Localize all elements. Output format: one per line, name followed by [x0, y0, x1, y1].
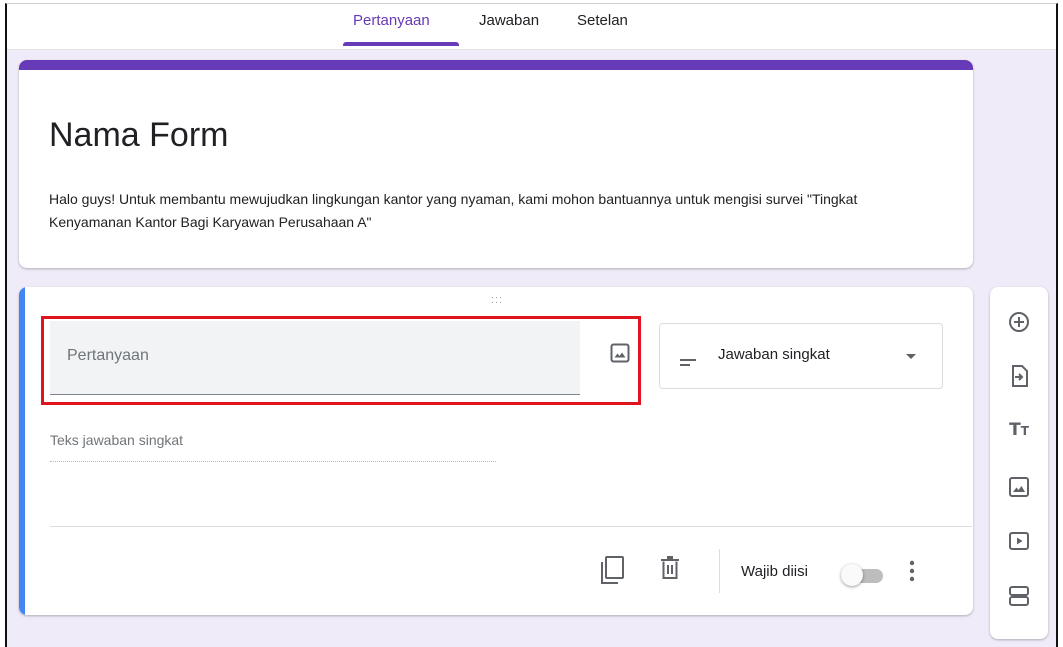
chevron-down-icon [906, 354, 916, 359]
tab-jawaban[interactable]: Jawaban [479, 12, 539, 42]
duplicate-icon[interactable] [600, 555, 626, 590]
question-card[interactable]: ::: Pertanyaan Jawaban singkat Teks jawa… [19, 287, 973, 615]
question-title-input[interactable]: Pertanyaan [50, 321, 580, 395]
toggle-knob [841, 564, 863, 586]
form-header-card[interactable]: Nama Form Halo guys! Untuk membantu mewu… [19, 60, 973, 268]
side-toolbar: TT [990, 287, 1048, 639]
footer-vertical-divider [719, 549, 720, 593]
add-image-icon[interactable] [609, 342, 631, 364]
short-answer-icon [680, 354, 698, 366]
form-description[interactable]: Halo guys! Untuk membantu mewujudkan lin… [49, 188, 929, 234]
add-title-icon[interactable]: TT [1006, 417, 1032, 443]
question-placeholder: Pertanyaan [67, 347, 149, 364]
add-question-icon[interactable] [1006, 309, 1032, 335]
question-type-dropdown[interactable]: Jawaban singkat [659, 323, 943, 389]
import-questions-icon[interactable] [1006, 363, 1032, 389]
trash-icon[interactable] [660, 556, 680, 585]
add-section-icon[interactable] [1006, 583, 1032, 609]
top-tab-bar: Pertanyaan Jawaban Setelan [7, 4, 1056, 50]
tab-setelan[interactable]: Setelan [577, 12, 628, 42]
add-video-icon[interactable] [1006, 528, 1032, 554]
more-vert-icon[interactable] [905, 559, 919, 583]
app-frame: Pertanyaan Jawaban Setelan Nama Form Hal… [5, 3, 1058, 647]
add-image-icon[interactable] [1006, 474, 1032, 500]
drag-handle-icon[interactable]: ::: [487, 295, 507, 306]
active-tab-indicator [343, 42, 459, 46]
form-title[interactable]: Nama Form [49, 116, 228, 155]
active-question-indicator [19, 287, 25, 615]
footer-divider [50, 526, 972, 527]
tab-pertanyaan[interactable]: Pertanyaan [353, 12, 430, 42]
question-type-label: Jawaban singkat [718, 346, 830, 363]
required-toggle[interactable] [841, 563, 885, 586]
required-label: Wajib diisi [741, 563, 808, 580]
short-answer-placeholder: Teks jawaban singkat [50, 432, 496, 462]
